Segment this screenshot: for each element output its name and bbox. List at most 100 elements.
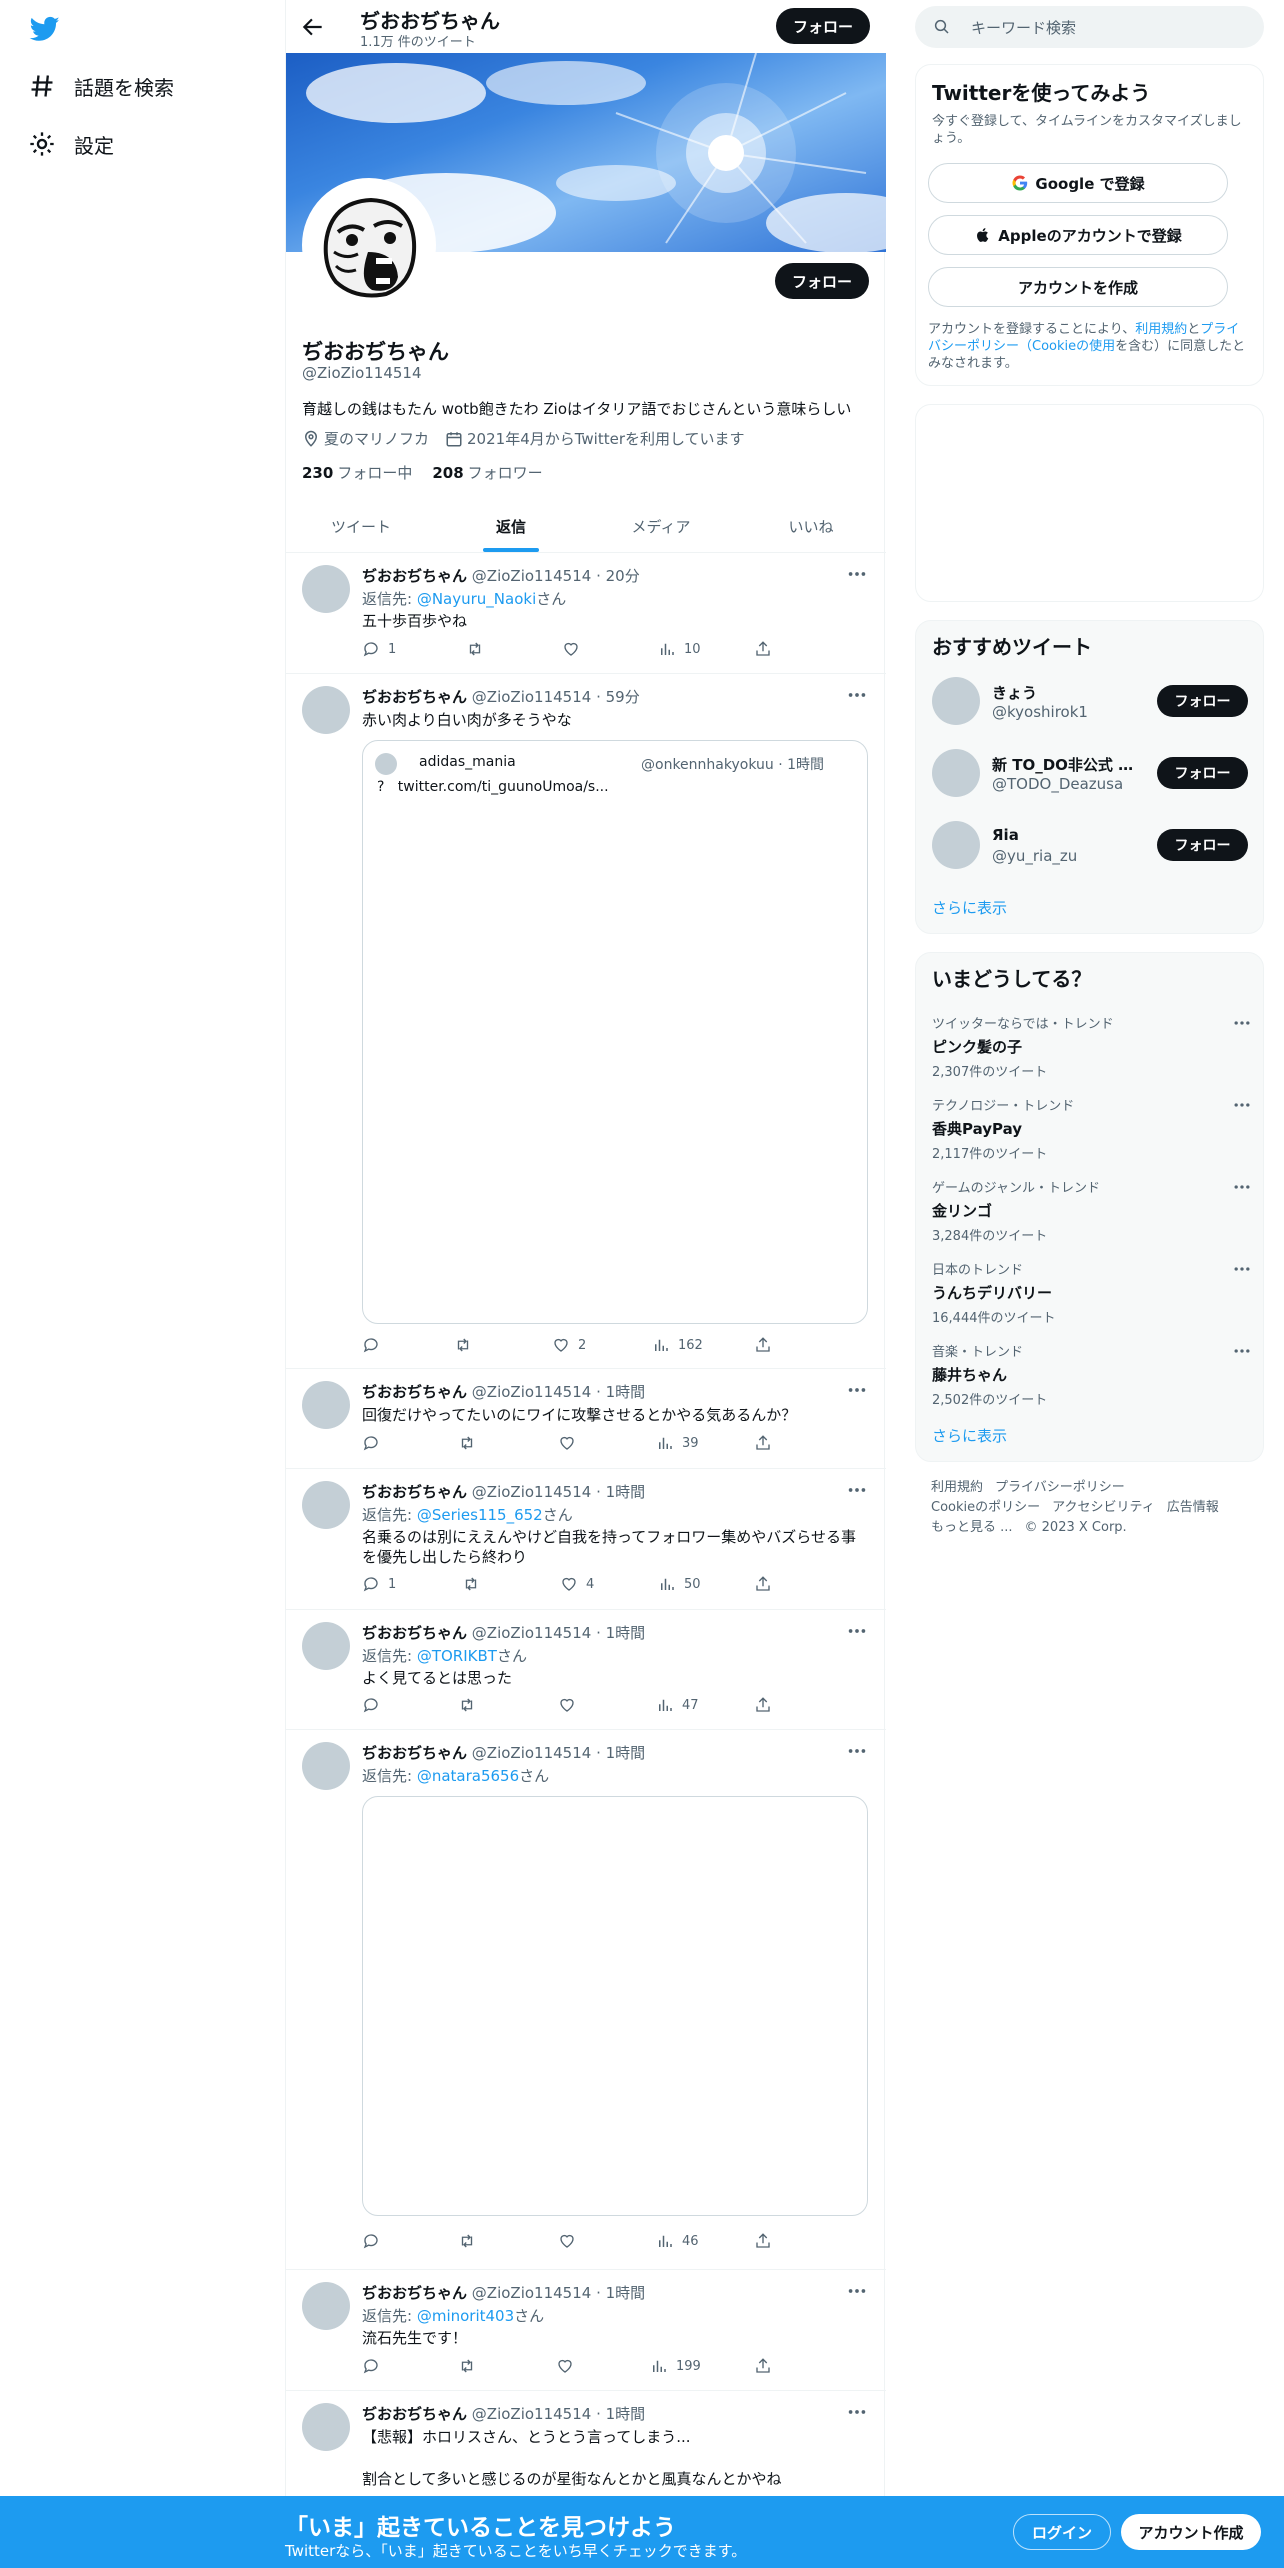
like-button[interactable] xyxy=(558,2232,584,2250)
apple-signup-button[interactable]: Appleのアカウントで登録 xyxy=(928,215,1228,255)
tab-media[interactable]: メディア xyxy=(586,500,736,552)
recommended-user[interactable]: きょう @kyoshirok1 フォロー xyxy=(932,677,1252,733)
reply-button[interactable] xyxy=(362,1336,388,1354)
more-icon[interactable] xyxy=(846,2401,868,2423)
tweet-time[interactable]: 1時間 xyxy=(606,2405,646,2423)
tweet-avatar[interactable] xyxy=(302,1622,350,1670)
tweet-time[interactable]: 1時間 xyxy=(606,1624,646,1642)
tweet-time[interactable]: 1時間 xyxy=(606,1383,646,1401)
more-icon[interactable] xyxy=(1232,1259,1252,1279)
retweet-button[interactable] xyxy=(458,2357,484,2375)
tweet-author-name[interactable]: ぢおおぢちゃん xyxy=(362,688,467,706)
tweet-author-name[interactable]: ぢおおぢちゃん xyxy=(362,1744,467,1762)
tweet-time[interactable]: 59分 xyxy=(606,688,640,706)
footer-terms[interactable]: 利用規約 xyxy=(931,1480,983,1495)
tweet-avatar[interactable] xyxy=(302,2403,350,2451)
share-button[interactable] xyxy=(754,1434,780,1452)
trend-item[interactable]: 音楽・トレンド 藤井ちゃん 2,502件のツイート xyxy=(932,1341,1252,1415)
recommended-name[interactable]: 新 TO_DO非公式 河... xyxy=(992,754,1142,775)
share-button[interactable] xyxy=(754,2357,780,2375)
quoted-tweet-card[interactable]: adidas_mania @onkennhakyokuu · 1時間 ? twi… xyxy=(362,740,868,1324)
recommended-name[interactable]: きょう xyxy=(992,682,1142,703)
views-button[interactable]: 47 xyxy=(656,1696,699,1714)
more-icon[interactable] xyxy=(846,1620,868,1642)
trend-item[interactable]: ゲームのジャンル・トレンド 金リンゴ 3,284件のツイート xyxy=(932,1177,1252,1251)
recommended-follow-button[interactable]: フォロー xyxy=(1157,757,1248,789)
header-follow-button[interactable]: フォロー xyxy=(776,8,870,44)
tweet-time[interactable]: 1時間 xyxy=(606,1483,646,1501)
like-button[interactable]: 4 xyxy=(560,1575,594,1593)
footer-ads[interactable]: 広告情報 xyxy=(1167,1500,1219,1515)
more-icon[interactable] xyxy=(1232,1341,1252,1361)
tweet[interactable]: ぢおおぢちゃん @ZioZio114514 · 20分 返信先: @Nayuru… xyxy=(286,553,886,674)
reply-button[interactable] xyxy=(362,2232,388,2250)
tweet-author-name[interactable]: ぢおおぢちゃん xyxy=(362,2405,467,2423)
reply-button[interactable]: 1 xyxy=(362,640,396,658)
share-button[interactable] xyxy=(754,1575,780,1593)
more-icon[interactable] xyxy=(846,684,868,706)
views-button[interactable]: 199 xyxy=(650,2357,701,2375)
tweet[interactable]: ぢおおぢちゃん @ZioZio114514 · 1時間 返信先: @TORIKB… xyxy=(286,1610,886,1730)
recommended-follow-button[interactable]: フォロー xyxy=(1157,685,1248,717)
tweet-time[interactable]: 20分 xyxy=(606,567,640,585)
more-icon[interactable] xyxy=(1232,1013,1252,1033)
retweet-button[interactable] xyxy=(458,2232,484,2250)
recommended-show-more[interactable]: さらに表示 xyxy=(932,897,1007,918)
tweet[interactable]: ぢおおぢちゃん @ZioZio114514 · 59分 赤い肉より白い肉が多そう… xyxy=(286,674,886,1369)
views-button[interactable]: 50 xyxy=(658,1575,701,1593)
search-box[interactable]: キーワード検索 xyxy=(915,6,1264,48)
tweet-avatar[interactable] xyxy=(302,1381,350,1429)
more-icon[interactable] xyxy=(846,1740,868,1762)
retweet-button[interactable] xyxy=(454,1336,480,1354)
footer-accessibility[interactable]: アクセシビリティ xyxy=(1052,1500,1155,1515)
more-icon[interactable] xyxy=(846,1379,868,1401)
like-button[interactable] xyxy=(558,1696,584,1714)
footer-more[interactable]: もっと見る ... xyxy=(931,1520,1013,1535)
recommended-user[interactable]: 新 TO_DO非公式 河... @TODO_Deazusa フォロー xyxy=(932,749,1252,805)
following-link[interactable]: 230 フォロー中 xyxy=(302,462,412,483)
nav-explore[interactable]: 話題を検索 xyxy=(28,66,174,106)
tweet-author-name[interactable]: ぢおおぢちゃん xyxy=(362,1483,467,1501)
like-button[interactable] xyxy=(556,2357,582,2375)
tab-likes[interactable]: いいね xyxy=(736,500,886,552)
retweet-button[interactable] xyxy=(466,640,492,658)
retweet-button[interactable] xyxy=(458,1434,484,1452)
retweet-button[interactable] xyxy=(462,1575,488,1593)
reply-mention-link[interactable]: @natara5656 xyxy=(417,1767,519,1785)
trend-item[interactable]: テクノロジー・トレンド 香典PayPay 2,117件のツイート xyxy=(932,1095,1252,1169)
tweet[interactable]: ぢおおぢちゃん @ZioZio114514 · 1時間 返信先: @minori… xyxy=(286,2270,886,2391)
reply-button[interactable]: 1 xyxy=(362,1575,396,1593)
views-button[interactable]: 162 xyxy=(652,1336,703,1354)
tweet[interactable]: ぢおおぢちゃん @ZioZio114514 · 1時間 回復だけやってたいのにワ… xyxy=(286,1369,886,1469)
nav-settings[interactable]: 設定 xyxy=(28,124,114,164)
tweet-avatar[interactable] xyxy=(302,1742,350,1790)
reply-mention-link[interactable]: @minorit403 xyxy=(417,2307,514,2325)
tweet-media[interactable] xyxy=(362,1796,868,2216)
like-button[interactable]: 2 xyxy=(552,1336,586,1354)
login-button[interactable]: ログイン xyxy=(1013,2514,1111,2550)
like-button[interactable] xyxy=(562,640,588,658)
back-arrow-icon[interactable] xyxy=(300,14,326,40)
share-button[interactable] xyxy=(754,1336,780,1354)
more-icon[interactable] xyxy=(1232,1177,1252,1197)
tweet-author-name[interactable]: ぢおおぢちゃん xyxy=(362,1624,467,1642)
profile-follow-button[interactable]: フォロー xyxy=(775,263,869,299)
tweet-author-name[interactable]: ぢおおぢちゃん xyxy=(362,2284,467,2302)
recommended-name[interactable]: Яia xyxy=(992,826,1142,844)
reply-button[interactable] xyxy=(362,1696,388,1714)
recommended-avatar[interactable] xyxy=(932,749,980,797)
more-icon[interactable] xyxy=(846,1479,868,1501)
tab-tweets[interactable]: ツイート xyxy=(286,500,436,552)
like-button[interactable] xyxy=(558,1434,584,1452)
tweet-avatar[interactable] xyxy=(302,686,350,734)
more-icon[interactable] xyxy=(1232,1095,1252,1115)
tweet-avatar[interactable] xyxy=(302,1481,350,1529)
tweet-author-name[interactable]: ぢおおぢちゃん xyxy=(362,567,467,585)
reply-mention-link[interactable]: @Nayuru_Naoki xyxy=(417,590,536,608)
views-button[interactable]: 46 xyxy=(656,2232,699,2250)
more-icon[interactable] xyxy=(846,563,868,585)
tweet-time[interactable]: 1時間 xyxy=(606,1744,646,1762)
google-signup-button[interactable]: Google で登録 xyxy=(928,163,1228,203)
tweet-avatar[interactable] xyxy=(302,565,350,613)
reply-mention-link[interactable]: @Series115_652 xyxy=(417,1506,543,1524)
